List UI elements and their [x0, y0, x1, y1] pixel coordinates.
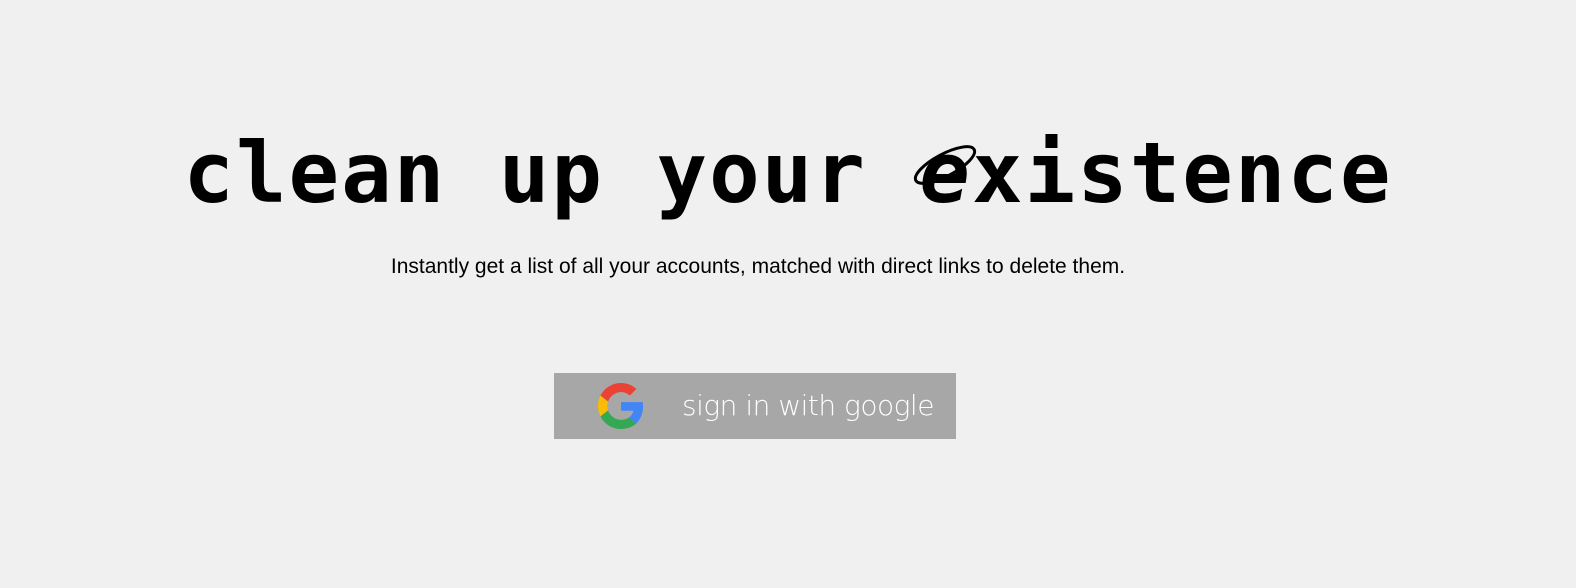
hero-title-e-letter: e	[919, 124, 972, 222]
sign-in-with-google-button[interactable]: sign in with google	[554, 373, 956, 439]
hero-title-start: clean up your	[183, 124, 920, 222]
hero-subtitle: Instantly get a list of all your account…	[390, 255, 1126, 278]
sign-in-label: sign in with google	[682, 389, 934, 422]
hero-title-e-logo: e	[914, 118, 977, 228]
hero-title: clean up your e xistence	[0, 118, 1576, 228]
google-g-icon	[598, 383, 644, 429]
hero-title-end: xistence	[972, 124, 1393, 222]
